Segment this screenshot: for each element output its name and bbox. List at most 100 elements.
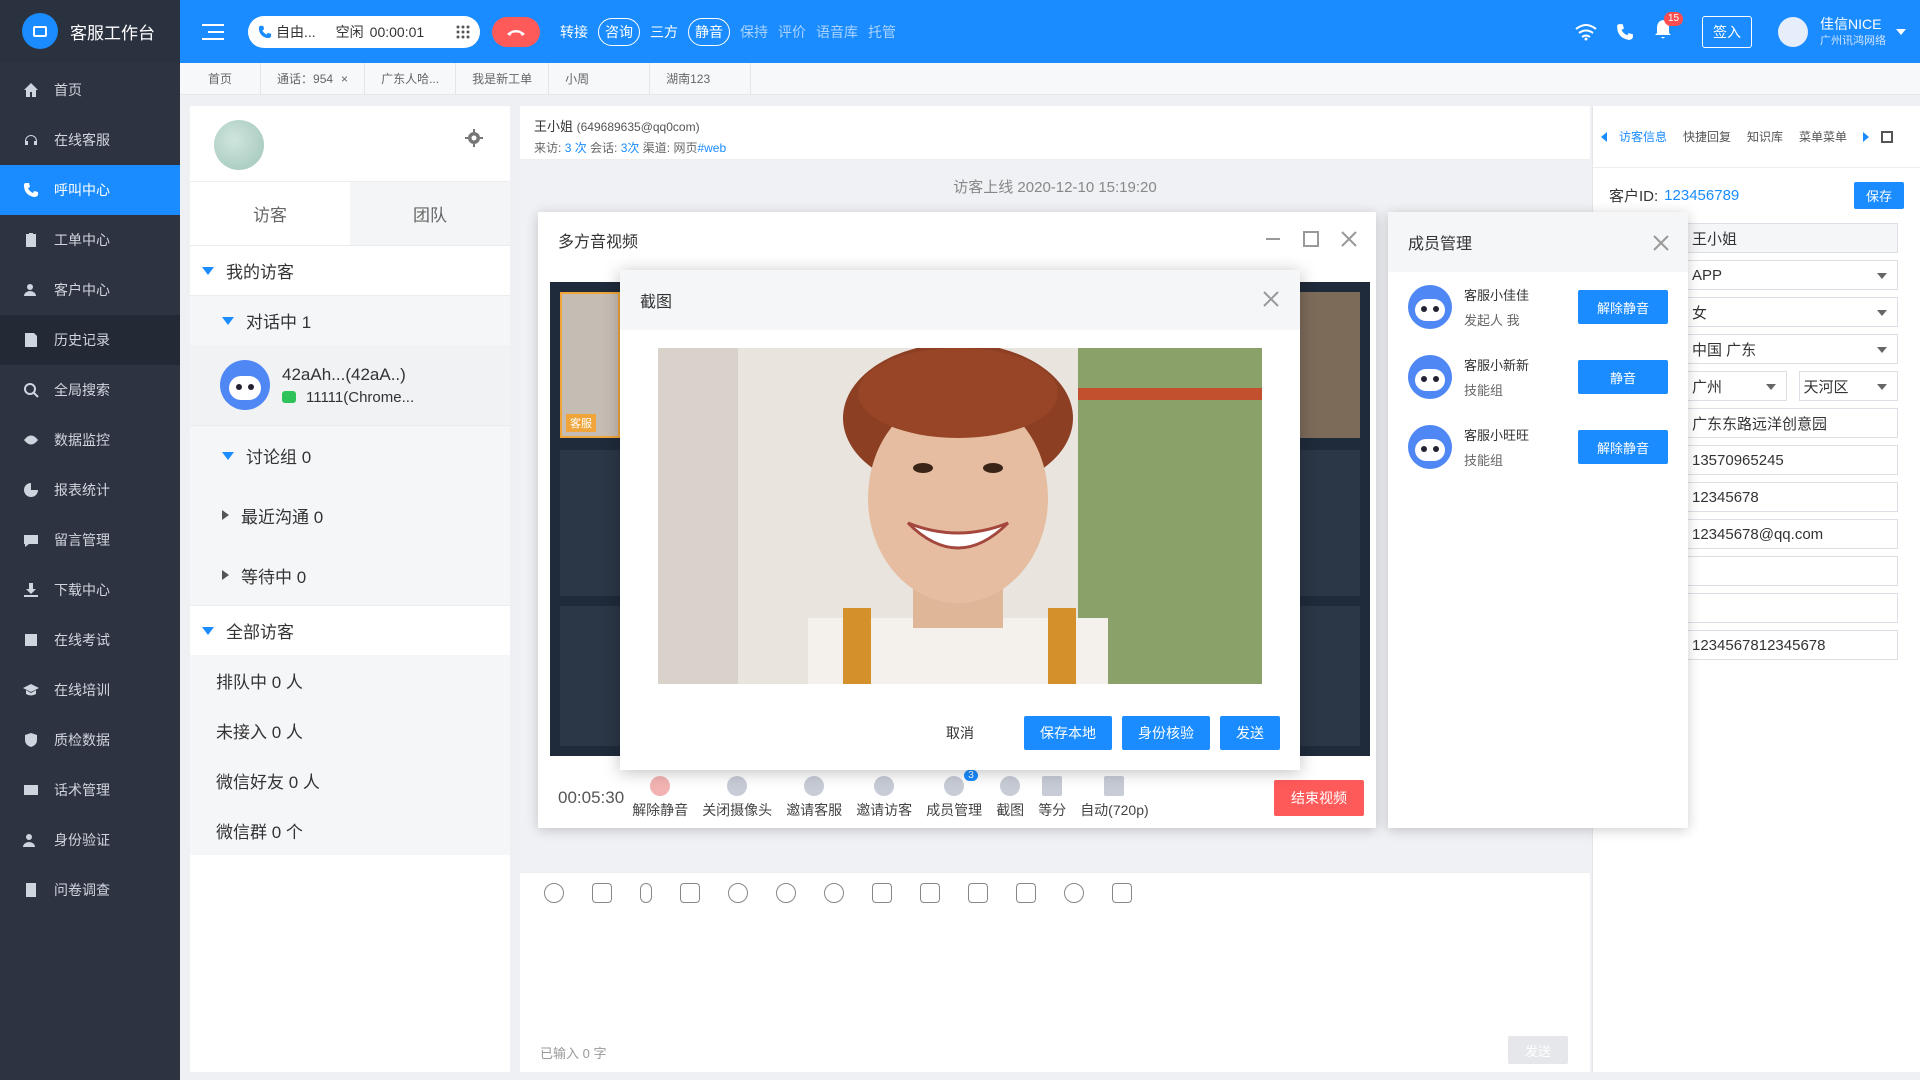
id-number-field[interactable]: 1234567812345678 — [1687, 630, 1898, 660]
mute-button[interactable]: 静音 — [688, 17, 730, 46]
document-icon[interactable] — [968, 882, 988, 903]
video-icon[interactable] — [1112, 882, 1132, 903]
three-way-button[interactable]: 三方 — [650, 22, 678, 42]
menu-toggle-icon[interactable] — [186, 23, 240, 41]
microphone-icon[interactable] — [640, 882, 652, 903]
nav-item-messages[interactable]: 留言管理 — [0, 515, 180, 565]
call-status-pill[interactable]: 自由... 空闲 00:00:01 — [248, 15, 480, 48]
visitor-item[interactable]: 42aAh...(42aA..) 11111(Chrome... — [190, 345, 510, 425]
nav-item-home[interactable]: 首页 — [0, 65, 180, 115]
member-mute-button[interactable]: 静音 — [1578, 360, 1668, 394]
recent-group[interactable]: 最近沟通 0 — [190, 485, 510, 545]
tab-visitors[interactable]: 访客 — [190, 182, 350, 245]
close-icon[interactable]: × — [341, 72, 348, 86]
tab-call[interactable]: 通话：954 × — [261, 62, 366, 95]
image-icon[interactable] — [592, 882, 612, 903]
voice-library-button[interactable]: 语音库 — [816, 22, 858, 42]
unmute-button[interactable]: 解除静音 — [632, 776, 688, 820]
scissors-icon[interactable] — [728, 882, 748, 903]
city-select[interactable]: 广州 — [1687, 371, 1787, 401]
my-visitors-section[interactable]: 我的访客 — [190, 245, 510, 295]
nav-item-training[interactable]: 在线培训 — [0, 665, 180, 715]
maximize-icon[interactable] — [1302, 230, 1320, 248]
video-remote[interactable] — [1300, 292, 1360, 438]
nav-item-call-center[interactable]: 呼叫中心 — [0, 165, 180, 215]
caret-left-icon[interactable] — [1601, 131, 1607, 142]
rate-button[interactable]: 评价 — [778, 22, 806, 42]
hold-button[interactable]: 保持 — [740, 22, 768, 42]
caret-right-icon[interactable] — [1863, 131, 1870, 142]
wechat-friends-row[interactable]: 微信好友 0 人 — [190, 755, 510, 805]
name-field[interactable]: 王小姐 — [1687, 223, 1898, 253]
tab-ticket[interactable]: 我是新工单 — [456, 62, 550, 95]
camera-off-button[interactable]: 关闭摄像头 — [702, 776, 772, 820]
minimize-icon[interactable] — [1264, 230, 1282, 248]
heart-icon[interactable] — [776, 882, 796, 903]
identity-verify-button[interactable]: 身份核验 — [1122, 716, 1210, 750]
managed-button[interactable]: 托管 — [868, 22, 896, 42]
signin-button[interactable]: 签入 — [1702, 15, 1752, 48]
video-thumbnail[interactable]: 客服 — [560, 292, 620, 438]
nav-item-online-service[interactable]: 在线客服 — [0, 115, 180, 165]
hangup-button[interactable] — [492, 16, 540, 47]
tab-quick-reply[interactable]: 快捷回复 — [1683, 128, 1731, 145]
visits-count[interactable]: 3 次 — [565, 141, 587, 155]
tab-visitor-info[interactable]: 访客信息 — [1619, 128, 1667, 145]
nav-item-monitor[interactable]: 数据监控 — [0, 415, 180, 465]
tab-home[interactable]: 首页 — [180, 62, 262, 95]
qq-field[interactable]: 12345678 — [1687, 482, 1898, 512]
user-menu[interactable]: 佳信NICE 广州讯鸿网络 — [1778, 16, 1906, 48]
source-select[interactable]: APP — [1687, 260, 1898, 290]
nav-item-customer-center[interactable]: 客户中心 — [0, 265, 180, 315]
nav-item-identity[interactable]: 身份验证 — [0, 815, 180, 865]
phone-icon[interactable] — [1616, 23, 1634, 41]
unanswered-row[interactable]: 未接入 0 人 — [190, 705, 510, 755]
send-button[interactable]: 发送 — [1508, 1036, 1568, 1064]
folder-icon[interactable] — [680, 882, 700, 903]
waiting-group[interactable]: 等待中 0 — [190, 545, 510, 605]
member-unmute-button[interactable]: 解除静音 — [1578, 290, 1668, 324]
transfer-button[interactable]: 转接 — [560, 22, 588, 42]
save-button[interactable]: 保存 — [1853, 182, 1904, 209]
tab-team[interactable]: 团队 — [350, 182, 510, 245]
tab-call-2[interactable]: 湖南123 — [650, 62, 752, 95]
invite-agent-button[interactable]: 邀请客服 — [786, 776, 842, 820]
nav-item-ticket-center[interactable]: 工单中心 — [0, 215, 180, 265]
in-chat-group[interactable]: 对话中 1 — [190, 295, 510, 345]
nav-item-downloads[interactable]: 下载中心 — [0, 565, 180, 615]
grid-icon[interactable] — [1881, 130, 1894, 143]
nav-item-exam[interactable]: 在线考试 — [0, 615, 180, 665]
tag-icon[interactable] — [920, 882, 940, 903]
nav-item-reports[interactable]: 报表统计 — [0, 465, 180, 515]
tab-knowledge[interactable]: 知识库 — [1747, 128, 1783, 145]
empty-field-2[interactable] — [1687, 593, 1898, 623]
consult-button[interactable]: 咨询 — [598, 17, 640, 46]
gender-select[interactable]: 女 — [1687, 297, 1898, 327]
region-select[interactable]: 中国 广东 — [1687, 334, 1898, 364]
member-unmute-button[interactable]: 解除静音 — [1578, 430, 1668, 464]
transfer-icon[interactable] — [872, 882, 892, 903]
all-visitors-section[interactable]: 全部访客 — [190, 605, 510, 655]
email-field[interactable]: 12345678@qq.com — [1687, 519, 1898, 549]
invite-visitor-button[interactable]: 邀请访客 — [856, 776, 912, 820]
notification-bell[interactable]: 15 — [1654, 12, 1684, 44]
tab-user[interactable]: 小周 — [549, 62, 651, 95]
add-user-icon[interactable] — [824, 882, 844, 903]
quality-button[interactable]: 自动(720p) — [1080, 776, 1149, 820]
screenshot-button[interactable]: 截图 — [996, 776, 1024, 820]
save-local-button[interactable]: 保存本地 — [1024, 716, 1112, 750]
discussion-group[interactable]: 讨论组 0 — [190, 425, 510, 485]
nav-item-scripts[interactable]: 话术管理 — [0, 765, 180, 815]
address-field[interactable]: 广东东路远洋创意园 — [1687, 408, 1898, 438]
empty-field-1[interactable] — [1687, 556, 1898, 586]
nav-item-global-search[interactable]: 全局搜索 — [0, 365, 180, 415]
nav-item-survey[interactable]: 问卷调查 — [0, 865, 180, 915]
tab-menu[interactable]: 菜单菜单 — [1799, 128, 1847, 145]
phone-field[interactable]: 13570965245 — [1687, 445, 1898, 475]
close-icon[interactable] — [1652, 234, 1670, 252]
location-icon[interactable] — [1064, 882, 1084, 903]
nav-item-history[interactable]: 历史记录 — [0, 315, 180, 365]
end-video-button[interactable]: 结束视频 — [1274, 780, 1364, 816]
member-manage-button[interactable]: 3 成员管理 — [926, 770, 982, 820]
queue-row[interactable]: 排队中 0 人 — [190, 655, 510, 705]
